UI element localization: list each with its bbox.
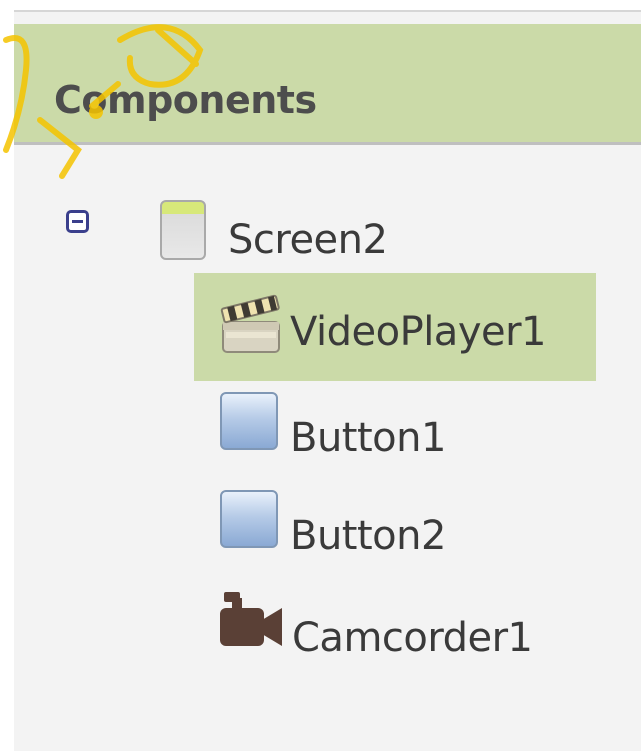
left-margin bbox=[0, 0, 14, 751]
tree-item-label: Button1 bbox=[290, 415, 446, 461]
button-icon bbox=[220, 392, 278, 450]
component-tree: Screen2 VideoPlayer1 Button1 Button2 Cam… bbox=[14, 12, 641, 751]
app-window: Components Screen2 VideoPlayer1 Button1 … bbox=[0, 0, 641, 751]
collapse-icon[interactable] bbox=[66, 210, 89, 233]
tree-root-label: Screen2 bbox=[228, 217, 388, 263]
button-icon bbox=[220, 490, 278, 548]
videoplayer-icon bbox=[220, 294, 280, 353]
camcorder-icon bbox=[220, 592, 282, 646]
components-panel: Components Screen2 VideoPlayer1 Button1 … bbox=[14, 10, 641, 751]
tree-item-label: VideoPlayer1 bbox=[290, 309, 547, 355]
screen-icon bbox=[160, 200, 206, 260]
tree-item-label: Button2 bbox=[290, 513, 446, 559]
tree-item-label: Camcorder1 bbox=[292, 615, 533, 661]
